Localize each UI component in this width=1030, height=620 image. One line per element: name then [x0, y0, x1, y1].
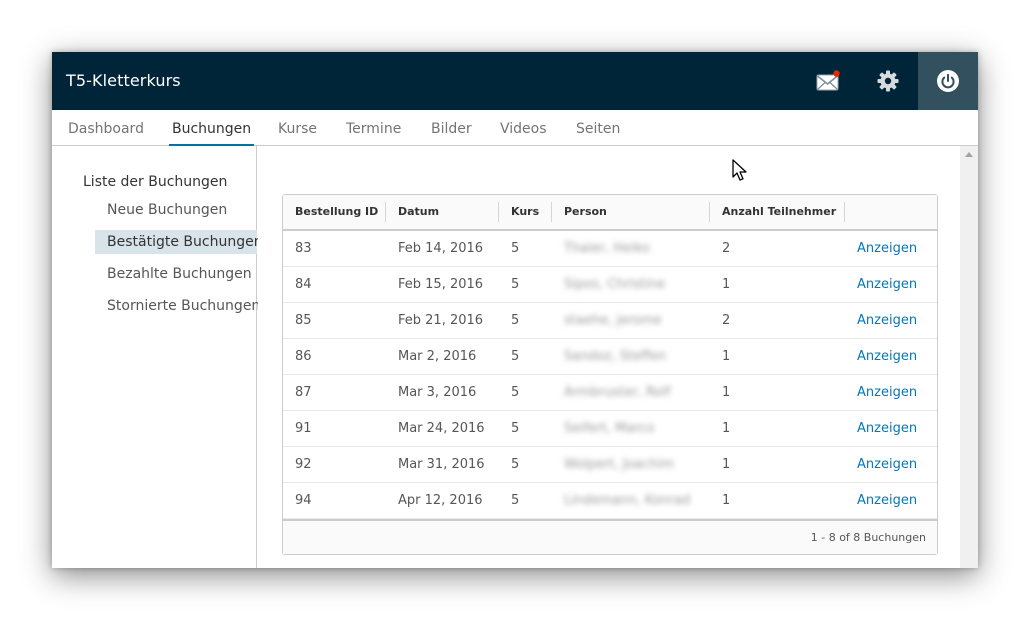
cell-datum: Feb 21, 2016 — [398, 313, 484, 328]
cell-bestellung-id: 92 — [295, 457, 312, 472]
table-row[interactable]: 87 Mar 3, 2016 5 Armbruster, Rolf 1 Anzeigen — [283, 375, 937, 411]
mouse-cursor-icon — [732, 159, 747, 181]
vertical-scrollbar[interactable] — [960, 146, 978, 568]
pagination-summary: 1 - 8 of 8 Buchungen — [810, 531, 926, 544]
view-link[interactable]: Anzeigen — [857, 483, 917, 518]
column-separator[interactable] — [498, 202, 499, 222]
power-icon — [937, 70, 959, 92]
table-row[interactable]: 92 Mar 31, 2016 5 Wolpert, Joachim 1 Anzeigen — [283, 447, 937, 483]
table-row[interactable]: 84 Feb 15, 2016 5 Sipos, Christine 1 Anzeigen — [283, 267, 937, 303]
cell-datum: Mar 2, 2016 — [398, 349, 477, 364]
cell-bestellung-id: 84 — [295, 277, 312, 292]
tab-termine[interactable]: Termine — [346, 110, 401, 146]
cell-person: Thaler, Heiko — [564, 241, 650, 256]
scroll-up-arrow-icon[interactable] — [965, 152, 973, 157]
cell-anzahl-teilnehmer: 1 — [722, 349, 731, 364]
view-link[interactable]: Anzeigen — [857, 267, 917, 302]
tab-dashboard[interactable]: Dashboard — [68, 110, 144, 146]
app-title[interactable]: T5-Kletterkurs — [66, 71, 181, 90]
view-link[interactable]: Anzeigen — [857, 339, 917, 374]
cell-kurs: 5 — [511, 241, 520, 256]
cell-datum: Mar 24, 2016 — [398, 421, 485, 436]
cell-person: Lindemann, Konrad — [564, 493, 691, 508]
cell-anzahl-teilnehmer: 1 — [722, 421, 731, 436]
sidebar-item-bestaetigte-buchungen[interactable]: Bestätigte Buchungen — [95, 230, 263, 254]
column-separator[interactable] — [385, 202, 386, 222]
table-row[interactable]: 94 Apr 12, 2016 5 Lindemann, Konrad 1 Anzeige… — [283, 483, 937, 519]
sidebar: Liste der Buchungen Neue Buchungen Bestä… — [52, 146, 263, 568]
column-separator[interactable] — [709, 202, 710, 222]
cell-datum: Mar 31, 2016 — [398, 457, 485, 472]
gear-icon — [877, 70, 899, 92]
cell-kurs: 5 — [511, 349, 520, 364]
cell-anzahl-teilnehmer: 1 — [722, 277, 731, 292]
table-row[interactable]: 83 Feb 14, 2016 5 Thaler, Heiko 2 Anzeigen — [283, 231, 937, 267]
messages-button[interactable] — [798, 52, 858, 110]
cell-anzahl-teilnehmer: 2 — [722, 241, 731, 256]
logout-button[interactable] — [918, 52, 978, 110]
cell-kurs: 5 — [511, 313, 520, 328]
tab-videos[interactable]: Videos — [500, 110, 547, 146]
cell-kurs: 5 — [511, 421, 520, 436]
table-footer: 1 - 8 of 8 Buchungen — [283, 519, 937, 554]
cell-bestellung-id: 83 — [295, 241, 312, 256]
main-nav: Dashboard Buchungen Kurse Termine Bilder… — [52, 110, 978, 147]
cell-datum: Feb 14, 2016 — [398, 241, 484, 256]
notification-dot — [833, 70, 840, 77]
column-header-kurs[interactable]: Kurs — [511, 195, 539, 229]
sidebar-item-stornierte-buchungen[interactable]: Stornierte Buchungen — [95, 294, 260, 318]
tab-bilder[interactable]: Bilder — [431, 110, 472, 146]
column-separator[interactable] — [844, 202, 845, 222]
view-link[interactable]: Anzeigen — [857, 303, 917, 338]
cell-bestellung-id: 94 — [295, 493, 312, 508]
cell-person: staehe, jerome — [564, 313, 662, 328]
cell-kurs: 5 — [511, 277, 520, 292]
view-link[interactable]: Anzeigen — [857, 447, 917, 482]
cell-bestellung-id: 87 — [295, 385, 312, 400]
table-row[interactable]: 86 Mar 2, 2016 5 Sandoz, Steffen 1 Anzeigen — [283, 339, 937, 375]
cell-bestellung-id: 86 — [295, 349, 312, 364]
table-row[interactable]: 85 Feb 21, 2016 5 staehe, jerome 2 Anzeigen — [283, 303, 937, 339]
view-link[interactable]: Anzeigen — [857, 231, 917, 266]
cell-kurs: 5 — [511, 493, 520, 508]
cell-datum: Apr 12, 2016 — [398, 493, 483, 508]
cell-datum: Feb 15, 2016 — [398, 277, 484, 292]
tab-seiten[interactable]: Seiten — [576, 110, 620, 146]
tab-buchungen[interactable]: Buchungen — [168, 110, 255, 147]
cell-bestellung-id: 91 — [295, 421, 312, 436]
bookings-table: Bestellung ID Datum Kurs Person Anzahl T… — [282, 194, 938, 555]
column-separator[interactable] — [551, 202, 552, 222]
column-header-datum[interactable]: Datum — [398, 195, 439, 229]
cell-person: Wolpert, Joachim — [564, 457, 675, 472]
app-window: T5-Kletterkurs Dashboard Buchungen Kurse… — [52, 52, 978, 568]
sidebar-item-neue-buchungen[interactable]: Neue Buchungen — [95, 198, 257, 222]
view-link[interactable]: Anzeigen — [857, 375, 917, 410]
cell-person: Sipos, Christine — [564, 277, 666, 292]
cell-person: Sandoz, Steffen — [564, 349, 667, 364]
cell-anzahl-teilnehmer: 1 — [722, 493, 731, 508]
tab-kurse[interactable]: Kurse — [278, 110, 317, 146]
table-row[interactable]: 91 Mar 24, 2016 5 Seifert, Marco 1 Anzeigen — [283, 411, 937, 447]
cell-anzahl-teilnehmer: 2 — [722, 313, 731, 328]
column-header-bestellung-id[interactable]: Bestellung ID — [295, 195, 378, 229]
cell-datum: Mar 3, 2016 — [398, 385, 477, 400]
cell-bestellung-id: 85 — [295, 313, 312, 328]
cell-kurs: 5 — [511, 457, 520, 472]
sidebar-item-bezahlte-buchungen[interactable]: Bezahlte Buchungen — [95, 262, 257, 286]
view-link[interactable]: Anzeigen — [857, 411, 917, 446]
cell-anzahl-teilnehmer: 1 — [722, 385, 731, 400]
cell-anzahl-teilnehmer: 1 — [722, 457, 731, 472]
settings-button[interactable] — [858, 52, 918, 110]
table-header: Bestellung ID Datum Kurs Person Anzahl T… — [283, 195, 937, 231]
cell-kurs: 5 — [511, 385, 520, 400]
cell-person: Armbruster, Rolf — [564, 385, 671, 400]
app-header: T5-Kletterkurs — [52, 52, 978, 110]
cell-person: Seifert, Marco — [564, 421, 655, 436]
sidebar-heading: Liste der Buchungen — [83, 174, 228, 190]
content-area: Bestellung ID Datum Kurs Person Anzahl T… — [258, 146, 978, 568]
mail-icon — [816, 70, 840, 91]
column-header-anzahl-teilnehmer[interactable]: Anzahl Teilnehmer — [722, 195, 836, 229]
column-header-person[interactable]: Person — [564, 195, 607, 229]
